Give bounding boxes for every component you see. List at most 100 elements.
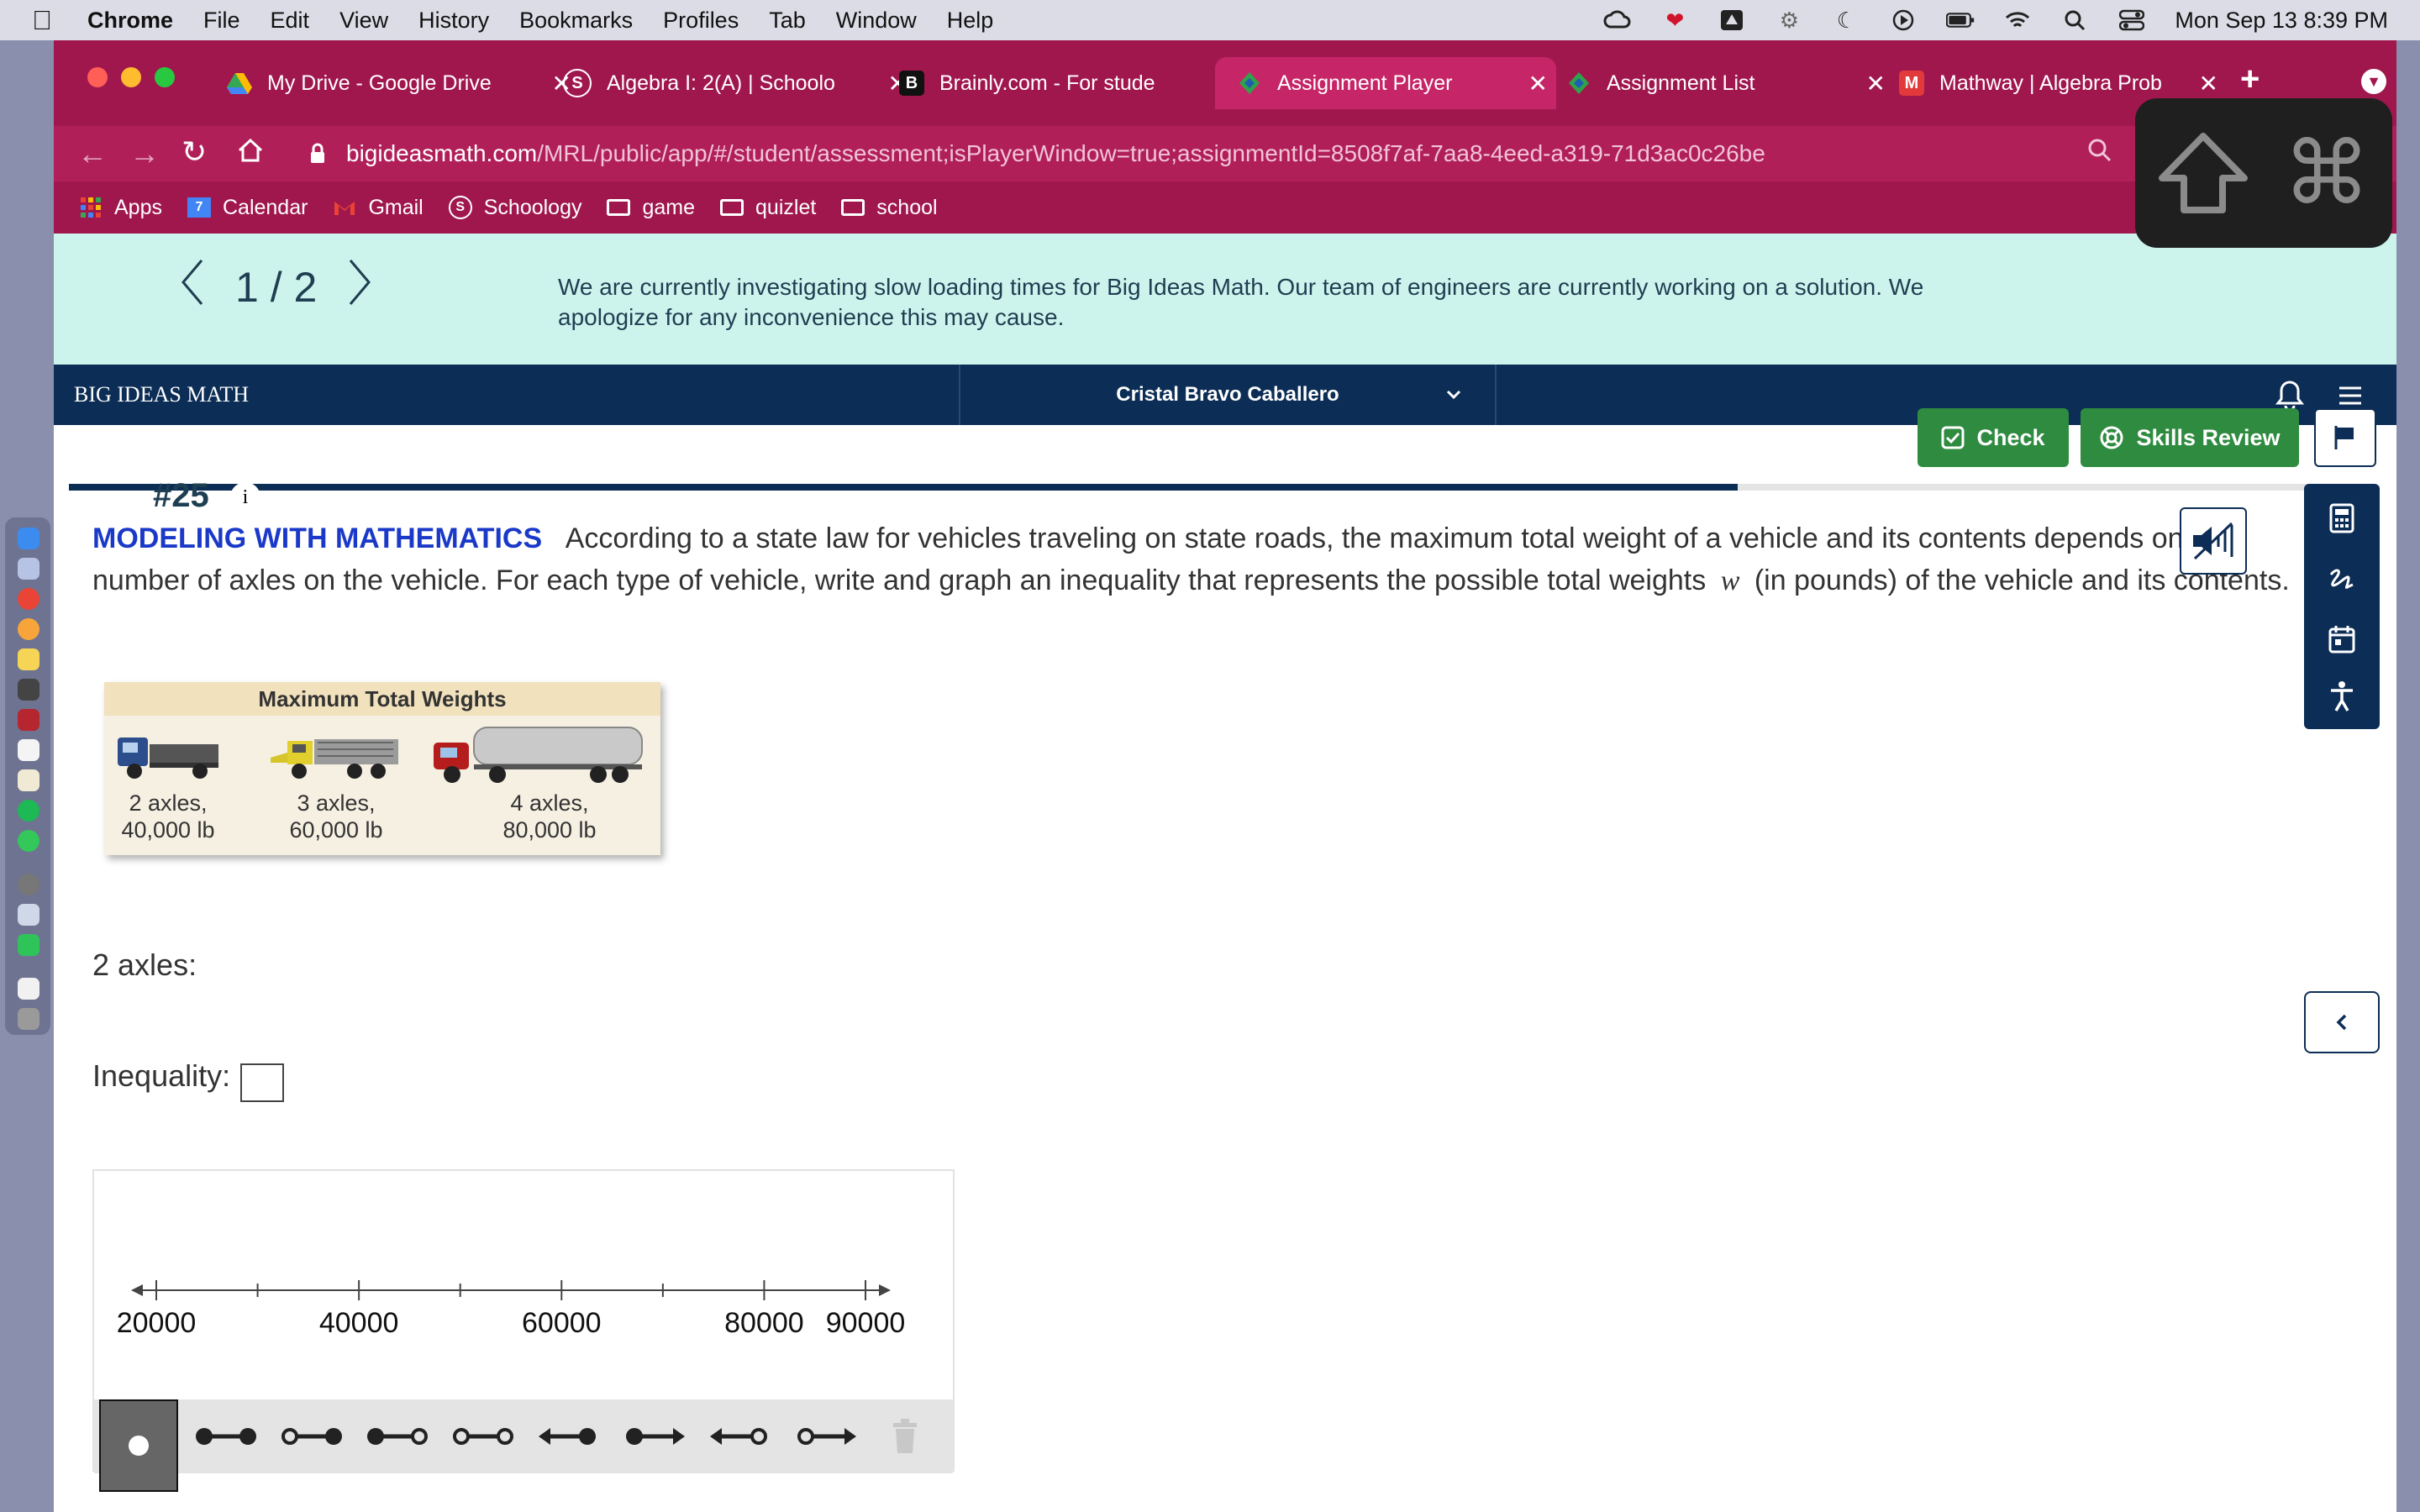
close-tab-icon[interactable]: ✕ — [1866, 70, 1886, 97]
menu-profiles[interactable]: Profiles — [663, 8, 739, 34]
tool-open-open-segment[interactable] — [445, 1399, 521, 1473]
tool-left-ray-open[interactable] — [702, 1399, 778, 1473]
tab-title: My Drive - Google Drive — [267, 71, 492, 95]
address-bar[interactable]: bigideasmath.com/MRL/public/app/#/studen… — [346, 133, 2228, 175]
menu-bookmarks[interactable]: Bookmarks — [519, 8, 633, 34]
folder-icon — [607, 197, 631, 218]
skills-review-button[interactable]: Skills Review — [2081, 408, 2299, 467]
zoom-search-icon[interactable] — [2087, 138, 2112, 167]
gear-status-icon[interactable]: ⚙ — [1775, 8, 1803, 33]
chevron-right-icon[interactable] — [347, 259, 372, 316]
reload-icon[interactable]: ↻ — [182, 134, 207, 170]
forward-icon[interactable]: → — [129, 136, 160, 171]
tab-title: Assignment List — [1607, 71, 1755, 95]
tool-point[interactable] — [99, 1399, 178, 1492]
new-tab-icon[interactable]: + — [2240, 60, 2260, 98]
hamburger-menu-icon[interactable] — [2338, 385, 2363, 411]
number-line-right-arrow — [879, 1284, 891, 1296]
user-menu[interactable]: Cristal Bravo Caballero — [959, 365, 1497, 425]
bookmark-schoology[interactable]: S Schoology — [448, 196, 581, 220]
chevron-left-icon[interactable] — [180, 259, 205, 316]
zoom-window-button[interactable] — [155, 67, 175, 87]
files-icon[interactable] — [18, 769, 39, 791]
tool-closed-closed-segment[interactable] — [188, 1399, 264, 1473]
bookmark-apps[interactable]: Apps — [79, 196, 162, 220]
heart-extension-icon[interactable]: ❤ — [1660, 8, 1689, 33]
tab-search-icon[interactable]: ▼ — [2361, 69, 2386, 94]
bookmark-quizlet[interactable]: quizlet — [720, 196, 816, 220]
menu-help[interactable]: Help — [947, 8, 994, 34]
number-line[interactable]: 20000 40000 60000 80000 90000 — [94, 1171, 953, 1389]
spotify-icon[interactable] — [18, 800, 39, 822]
menu-window[interactable]: Window — [836, 8, 917, 34]
audio-button[interactable] — [2180, 507, 2247, 575]
close-tab-icon[interactable]: ✕ — [2199, 70, 2218, 97]
user-name: Cristal Bravo Caballero — [1116, 383, 1339, 406]
collapse-panel-button[interactable] — [2304, 991, 2380, 1053]
notes-icon[interactable] — [18, 648, 39, 670]
calculator-tool[interactable] — [2304, 489, 2380, 548]
document-icon[interactable] — [18, 978, 39, 1000]
tool-right-ray-closed[interactable] — [617, 1399, 692, 1473]
tool-right-ray-open[interactable] — [788, 1399, 864, 1473]
tab-schoology[interactable]: S Algebra I: 2(A) | Schoolo ✕ — [563, 57, 916, 109]
tab-assignment-player[interactable]: Assignment Player ✕ — [1215, 57, 1556, 109]
menu-view[interactable]: View — [339, 8, 388, 34]
system-preferences-icon[interactable] — [18, 874, 39, 895]
tool-trash[interactable] — [867, 1399, 943, 1473]
accessibility-tool[interactable] — [2304, 667, 2380, 726]
bookmark-gmail[interactable]: Gmail — [333, 196, 424, 220]
lock-icon[interactable] — [309, 143, 326, 169]
scribble-tool[interactable] — [2304, 549, 2380, 608]
control-center-icon[interactable] — [2118, 9, 2146, 31]
calculator-icon[interactable] — [18, 679, 39, 701]
inequality-input[interactable] — [240, 1063, 284, 1102]
calendar-tool[interactable] — [2304, 610, 2380, 669]
tool-left-ray-closed[interactable] — [531, 1399, 607, 1473]
command-key-icon: ⌘ — [2283, 125, 2370, 223]
menu-file[interactable]: File — [203, 8, 240, 34]
bookmark-game[interactable]: game — [607, 196, 695, 220]
facetime-icon[interactable] — [18, 934, 39, 956]
tab-brainly[interactable]: B Brainly.com - For stude ✕ — [899, 57, 1252, 109]
battery-icon[interactable] — [1946, 9, 1975, 31]
close-tab-icon[interactable]: ✕ — [1528, 70, 1548, 97]
menu-edit[interactable]: Edit — [271, 8, 310, 34]
tab-google-drive[interactable]: My Drive - Google Drive ✕ — [227, 57, 580, 109]
play-icon[interactable] — [1889, 9, 1918, 31]
info-icon[interactable]: i — [230, 482, 260, 512]
bookmark-school[interactable]: school — [841, 196, 938, 220]
apple-icon[interactable]:  — [32, 5, 52, 36]
brand-logo[interactable]: BIG IDEAS MATH — [74, 365, 249, 425]
close-window-button[interactable] — [87, 67, 108, 87]
trash-dock-icon[interactable] — [18, 1008, 39, 1030]
calendar-icon[interactable] — [18, 739, 39, 761]
preview-icon[interactable] — [18, 904, 39, 926]
minimize-window-button[interactable] — [121, 67, 141, 87]
checkbox-icon — [1941, 426, 1965, 449]
moon-icon[interactable]: ☾ — [1832, 8, 1860, 33]
back-icon[interactable]: ← — [77, 136, 108, 171]
tool-closed-open-segment[interactable] — [360, 1399, 435, 1473]
bookmark-calendar[interactable]: 7 Calendar — [187, 196, 308, 220]
check-button[interactable]: Check — [1918, 408, 2069, 467]
menu-history[interactable]: History — [418, 8, 489, 34]
creative-cloud-icon[interactable] — [1603, 9, 1632, 31]
tab-assignment-list[interactable]: Assignment List ✕ — [1566, 57, 1894, 109]
menu-app-name[interactable]: Chrome — [87, 8, 173, 34]
wifi-icon[interactable] — [2003, 9, 2032, 31]
folder-icon — [841, 197, 865, 218]
finder-icon[interactable] — [18, 528, 39, 549]
clock[interactable]: Mon Sep 13 8:39 PM — [2175, 8, 2388, 34]
flag-button[interactable] — [2314, 408, 2376, 467]
launchpad-icon[interactable] — [18, 558, 39, 580]
spotlight-search-icon[interactable] — [2060, 9, 2089, 31]
photos-icon[interactable] — [18, 618, 39, 640]
menu-tab[interactable]: Tab — [769, 8, 806, 34]
tool-open-closed-segment[interactable] — [274, 1399, 350, 1473]
google-drive-status-icon[interactable] — [1718, 9, 1746, 31]
chrome-icon[interactable] — [18, 588, 39, 610]
dictionary-icon[interactable] — [18, 709, 39, 731]
messages-icon[interactable] — [18, 830, 39, 852]
home-icon[interactable] — [237, 138, 264, 167]
